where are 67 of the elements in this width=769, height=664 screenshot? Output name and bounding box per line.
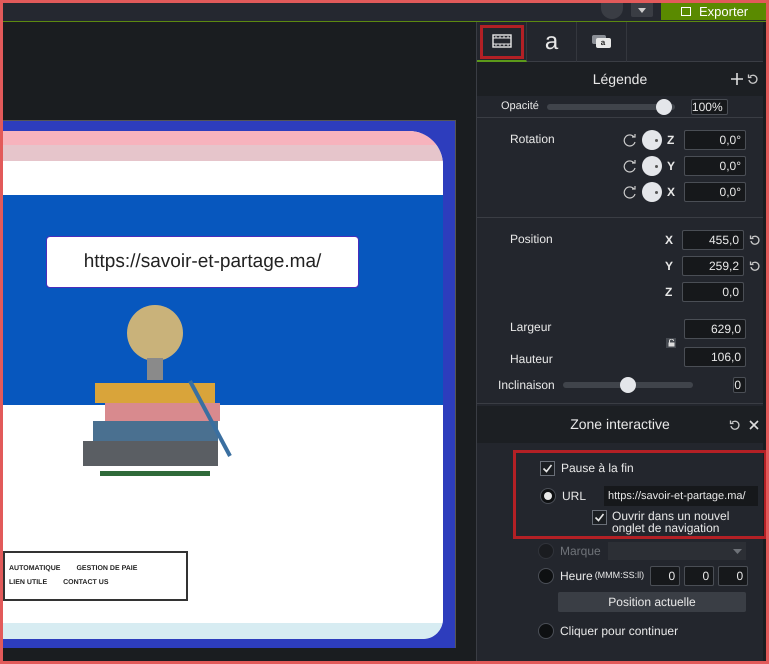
radio-label: Heure (560, 568, 593, 585)
rotate-icon (623, 185, 637, 199)
radio-label: Marque (560, 543, 601, 560)
radio-label: URL (562, 488, 586, 505)
number-field[interactable]: 0,0° (684, 130, 746, 150)
radio-button[interactable] (538, 568, 554, 584)
radio-button[interactable] (538, 623, 554, 639)
radio-button[interactable] (540, 488, 556, 504)
export-button[interactable]: Exporter (661, 3, 766, 20)
film-strip-icon (492, 34, 512, 48)
number-field[interactable]: 0 (650, 566, 680, 586)
height-label: Hauteur (510, 351, 553, 368)
dial-icon[interactable] (642, 156, 662, 176)
opacity-label: Opacité (501, 99, 539, 114)
dial-icon[interactable] (642, 182, 662, 202)
rotate-icon (623, 159, 637, 173)
number-field[interactable]: 0,0° (684, 156, 746, 176)
number-field[interactable]: 0,0° (684, 182, 746, 202)
width-label: Largeur (510, 319, 552, 336)
reset-icon[interactable] (747, 73, 759, 85)
plus-icon[interactable] (731, 73, 743, 85)
export-icon (681, 7, 691, 16)
caret-icon (638, 8, 646, 12)
current-position-button[interactable]: Position actuelle (558, 592, 746, 612)
number-field[interactable]: 0,0 (682, 282, 744, 302)
close-icon[interactable] (749, 420, 759, 430)
number-field[interactable]: 100% (690, 98, 728, 114)
checkbox[interactable] (540, 460, 555, 476)
url-input-field[interactable]: https://savoir-et-partage.ma/ (604, 486, 758, 506)
slider-thumb[interactable] (656, 98, 672, 114)
reset-icon[interactable] (749, 234, 761, 246)
radio-label: Cliquer pour continuer (560, 623, 678, 640)
checkbox[interactable] (592, 510, 607, 525)
caret-icon (733, 548, 742, 554)
url-callout[interactable]: https://savoir-et-partage.ma/ (46, 236, 359, 288)
time-format-hint: (MMM:SS:ll) (594, 569, 644, 582)
number-field[interactable]: 0 (718, 566, 748, 586)
axis-label: Y (665, 258, 674, 275)
slider[interactable] (562, 377, 693, 393)
number-field[interactable]: 0 (684, 566, 714, 586)
dropdown-button[interactable] (631, 3, 653, 17)
axis-label: X (667, 184, 676, 201)
section-title: Zone interactive (570, 415, 670, 434)
slider-thumb[interactable] (620, 377, 636, 393)
skew-label: Inclinaison (498, 377, 555, 394)
reset-icon[interactable] (749, 260, 761, 272)
slider[interactable] (546, 98, 675, 114)
number-field[interactable]: 0 (733, 377, 746, 393)
rotation-label: Rotation (510, 131, 555, 148)
axis-label: Z (665, 284, 674, 301)
marker-dropdown[interactable] (608, 542, 746, 560)
number-field[interactable]: 455,0 (682, 230, 744, 250)
panel-title: Légende (592, 70, 648, 89)
axis-label: Y (667, 158, 676, 175)
position-label: Position (510, 231, 553, 248)
number-field[interactable]: 259,2 (682, 256, 744, 276)
axis-label: Z (667, 132, 676, 149)
checkbox-label: Ouvrir dans un nouvel onglet de navigation (612, 510, 730, 534)
rotate-icon (623, 133, 637, 147)
number-field[interactable]: 106,0 (684, 347, 746, 367)
unlocked-padlock-icon[interactable] (666, 338, 676, 348)
panel-tab[interactable] (477, 22, 527, 62)
checkbox-label: Pause à la fin (561, 460, 634, 477)
number-field[interactable]: 629,0 (684, 319, 746, 339)
dial-icon[interactable] (642, 130, 662, 150)
axis-label: X (665, 232, 674, 249)
reset-icon[interactable] (729, 418, 741, 430)
